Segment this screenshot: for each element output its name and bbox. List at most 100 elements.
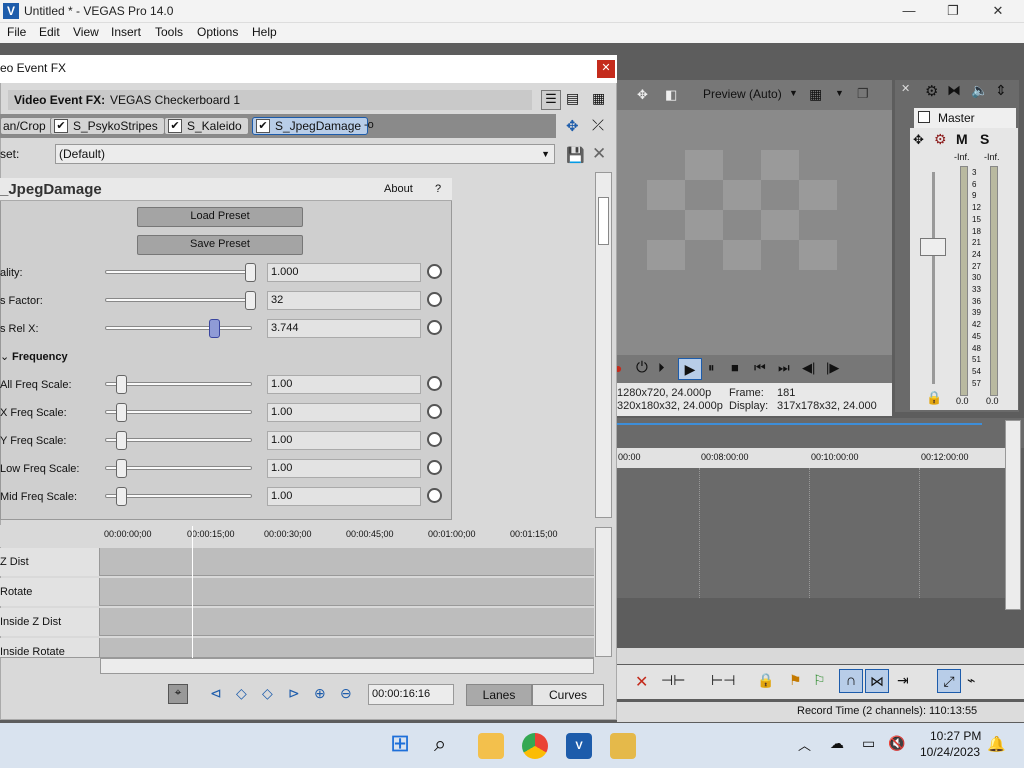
file-explorer-icon[interactable] bbox=[478, 733, 504, 759]
parameter-value-field[interactable]: 1.00 bbox=[267, 375, 421, 394]
fx-gear-icon[interactable]: ⚙ bbox=[934, 131, 947, 148]
animate-knob-icon[interactable] bbox=[427, 432, 442, 447]
parameter-slider[interactable] bbox=[105, 494, 252, 498]
tab-lanes[interactable]: Lanes bbox=[466, 684, 532, 706]
next-keyframe-icon[interactable]: ◇ bbox=[262, 685, 273, 702]
animate-knob-icon[interactable] bbox=[427, 460, 442, 475]
region-icon[interactable]: ⚐ bbox=[813, 672, 826, 689]
envelope-tool-icon[interactable]: ⌁ bbox=[967, 672, 975, 689]
add-keyframe-icon[interactable]: ⊕ bbox=[314, 685, 326, 702]
view-grid-icon[interactable]: ▦ bbox=[592, 90, 605, 107]
slider-thumb[interactable] bbox=[116, 375, 127, 394]
next-frame-icon[interactable]: |▶ bbox=[826, 360, 839, 376]
network-cloud-icon[interactable]: ☁ bbox=[830, 735, 844, 752]
last-keyframe-icon[interactable]: ⊳ bbox=[288, 685, 300, 702]
search-icon[interactable]: ⌕ bbox=[434, 733, 460, 759]
go-to-end-icon[interactable]: ⏭ bbox=[778, 360, 790, 376]
group-collapse-icon[interactable]: ⌄ bbox=[0, 350, 9, 363]
checkbox-checked-icon[interactable]: ✔ bbox=[256, 119, 270, 133]
go-to-start-icon[interactable]: ⏮ bbox=[754, 360, 766, 376]
menu-tools[interactable]: Tools bbox=[155, 25, 183, 39]
view-details-icon[interactable]: ▤ bbox=[566, 90, 579, 107]
animate-knob-icon[interactable] bbox=[427, 292, 442, 307]
maximize-button[interactable]: ❐ bbox=[930, 0, 976, 23]
master-fader-handle[interactable] bbox=[920, 238, 946, 256]
solo-button[interactable]: S bbox=[980, 131, 989, 147]
view-list-icon[interactable]: ☰ bbox=[541, 90, 561, 110]
checkbox-checked-icon[interactable]: ✔ bbox=[54, 119, 68, 133]
speaker-icon[interactable]: 🔈 bbox=[971, 82, 988, 99]
plugin-vertical-scrollbar[interactable] bbox=[595, 172, 612, 518]
keyframe-row[interactable]: Inside Rotate bbox=[0, 638, 594, 658]
parameter-slider[interactable] bbox=[105, 326, 252, 330]
chevron-down-icon[interactable]: ▼ bbox=[835, 88, 844, 98]
parameter-value-field[interactable]: 1.00 bbox=[267, 403, 421, 422]
load-preset-button[interactable]: Load Preset bbox=[137, 207, 303, 227]
menu-view[interactable]: View bbox=[73, 25, 99, 39]
scrollbar-thumb[interactable] bbox=[598, 197, 609, 245]
keyframe-horizontal-scrollbar[interactable] bbox=[100, 658, 594, 674]
close-icon[interactable]: ✕ bbox=[901, 82, 910, 95]
parameter-value-field[interactable]: 3.744 bbox=[267, 319, 421, 338]
animate-knob-icon[interactable] bbox=[427, 376, 442, 391]
chain-item-kaleido[interactable]: ✔ S_Kaleido bbox=[164, 117, 249, 135]
plug-in-chain-icon[interactable]: ✥ bbox=[566, 117, 579, 135]
parameter-value-field[interactable]: 1.00 bbox=[267, 431, 421, 450]
remove-plugin-icon[interactable]: ⤫ bbox=[592, 117, 604, 134]
keyframe-ruler[interactable]: 00:00:00;00 00:00:15;00 00:00:30;00 00:0… bbox=[100, 525, 594, 547]
save-preset-icon[interactable]: 💾 bbox=[566, 146, 585, 164]
lock-icon[interactable]: 🔒 bbox=[757, 672, 774, 689]
keyframe-row[interactable]: Inside Z Dist bbox=[0, 608, 594, 636]
help-button[interactable]: ? bbox=[435, 183, 441, 195]
chain-item-psykostripes[interactable]: ✔ S_PsykoStripes bbox=[50, 117, 165, 135]
prev-keyframe-icon[interactable]: ◇ bbox=[236, 685, 247, 702]
downmix-icon[interactable]: ⧓ bbox=[947, 82, 961, 99]
chain-item-jpegdamage[interactable]: ✔ S_JpegDamage bbox=[252, 117, 369, 135]
parameter-slider[interactable] bbox=[105, 270, 252, 274]
slider-thumb[interactable] bbox=[116, 459, 127, 478]
trim-icon[interactable]: ⊣⊢ bbox=[661, 672, 685, 689]
grid-icon[interactable]: ▦ bbox=[809, 86, 822, 103]
first-keyframe-icon[interactable]: ⊲ bbox=[210, 685, 222, 702]
animate-knob-icon[interactable] bbox=[427, 488, 442, 503]
parameter-value-field[interactable]: 1.00 bbox=[267, 459, 421, 478]
slider-thumb[interactable] bbox=[209, 319, 220, 338]
menu-insert[interactable]: Insert bbox=[111, 25, 141, 39]
windows-start-icon[interactable]: ⊞ bbox=[390, 732, 416, 759]
minimize-button[interactable]: — bbox=[886, 0, 932, 23]
previous-frame-icon[interactable]: ◀| bbox=[802, 360, 815, 376]
play-from-start-icon[interactable]: ⏵ bbox=[658, 360, 665, 376]
save-preset-button[interactable]: Save Preset bbox=[137, 235, 303, 255]
parameter-slider[interactable] bbox=[105, 298, 252, 302]
sync-cursor-icon[interactable]: ⌖ bbox=[168, 684, 188, 704]
slider-thumb[interactable] bbox=[245, 263, 256, 282]
menu-file[interactable]: File bbox=[7, 25, 26, 39]
copy-snapshot-icon[interactable]: ❐ bbox=[857, 86, 869, 102]
chevron-up-icon[interactable]: ︿ bbox=[798, 735, 811, 754]
auto-crossfade-icon[interactable]: ⋈ bbox=[865, 669, 889, 693]
pause-icon[interactable]: ⏸ bbox=[708, 360, 715, 376]
split-screen-icon[interactable]: ✥ bbox=[637, 87, 648, 103]
chain-item-pan-crop[interactable]: an/Crop bbox=[0, 117, 53, 135]
about-button[interactable]: About bbox=[384, 183, 413, 195]
normal-edit-tool-icon[interactable]: ⤢ bbox=[937, 669, 961, 693]
parameter-slider[interactable] bbox=[105, 410, 252, 414]
timeline-ruler[interactable]: 00:00 00:08:00:00 00:10:00:00 00:12:00:0… bbox=[617, 448, 1007, 468]
keyframe-cursor[interactable] bbox=[192, 526, 193, 658]
mute-button[interactable]: M bbox=[956, 131, 968, 147]
animate-knob-icon[interactable] bbox=[427, 320, 442, 335]
vegas-taskbar-icon[interactable]: V bbox=[566, 733, 592, 759]
preset-dropdown[interactable]: (Default) ▼ bbox=[55, 144, 555, 164]
delete-icon[interactable]: ✕ bbox=[635, 672, 648, 692]
marker-icon[interactable]: ⚑ bbox=[789, 672, 802, 689]
close-window-button[interactable]: ✕ bbox=[975, 0, 1021, 23]
checkbox-checked-icon[interactable]: ✔ bbox=[168, 119, 182, 133]
timecode-field[interactable]: 00:00:16:16 bbox=[368, 684, 454, 705]
animate-knob-icon[interactable] bbox=[427, 264, 442, 279]
ripple-icon[interactable]: ⇥ bbox=[897, 672, 909, 689]
parameter-slider[interactable] bbox=[105, 466, 252, 470]
master-select-checkbox[interactable] bbox=[918, 111, 930, 123]
parameter-slider[interactable] bbox=[105, 382, 252, 386]
parameter-value-field[interactable]: 32 bbox=[267, 291, 421, 310]
menu-options[interactable]: Options bbox=[197, 25, 238, 39]
